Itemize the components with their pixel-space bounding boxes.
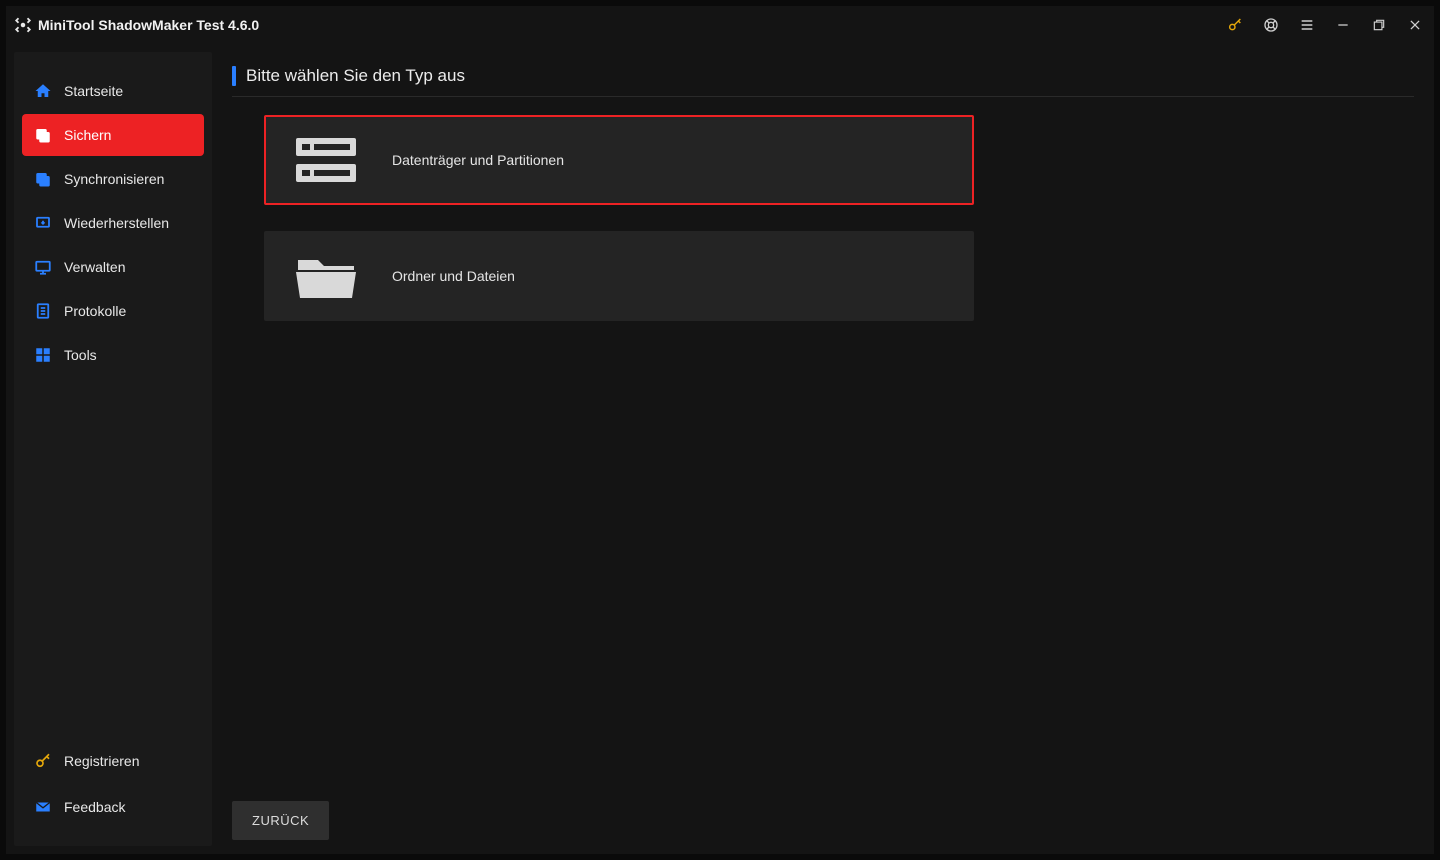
page-title: Bitte wählen Sie den Typ aus	[246, 66, 465, 86]
option-disks-partitions[interactable]: Datenträger und Partitionen	[264, 115, 974, 205]
tools-icon	[34, 346, 52, 364]
sidebar-item-label: Tools	[64, 347, 97, 363]
sidebar-item-label: Wiederherstellen	[64, 215, 169, 231]
sidebar-item-synchronisieren[interactable]: Synchronisieren	[22, 158, 204, 200]
sidebar-item-wiederherstellen[interactable]: Wiederherstellen	[22, 202, 204, 244]
sidebar-item-tools[interactable]: Tools	[22, 334, 204, 376]
main-footer: ZURÜCK	[232, 789, 1414, 840]
sidebar-item-label: Feedback	[64, 799, 125, 815]
menu-icon[interactable]	[1298, 16, 1316, 34]
app-logo: MiniTool ShadowMaker Test 4.6.0	[14, 16, 259, 34]
sidebar-item-protokolle[interactable]: Protokolle	[22, 290, 204, 332]
titlebar: MiniTool ShadowMaker Test 4.6.0	[6, 6, 1434, 44]
sidebar-bottom: Registrieren Feedback	[14, 740, 212, 836]
content: Startseite Sichern Synchronisieren	[6, 44, 1434, 854]
logs-icon	[34, 302, 52, 320]
sidebar-item-label: Protokolle	[64, 303, 126, 319]
app-logo-icon	[14, 16, 32, 34]
minimize-icon[interactable]	[1334, 16, 1352, 34]
mail-icon	[34, 798, 52, 816]
disk-icon	[290, 130, 362, 190]
sidebar-item-label: Registrieren	[64, 753, 139, 769]
manage-icon	[34, 258, 52, 276]
page-heading: Bitte wählen Sie den Typ aus	[232, 66, 1414, 97]
restore-icon	[34, 214, 52, 232]
lifebuoy-icon[interactable]	[1262, 16, 1280, 34]
close-icon[interactable]	[1406, 16, 1424, 34]
sidebar-item-label: Startseite	[64, 83, 123, 99]
backup-icon	[34, 126, 52, 144]
maximize-icon[interactable]	[1370, 16, 1388, 34]
sidebar-item-label: Synchronisieren	[64, 171, 164, 187]
main-panel: Bitte wählen Sie den Typ aus	[212, 44, 1434, 854]
key-icon	[34, 752, 52, 770]
option-folders-files[interactable]: Ordner und Dateien	[264, 231, 974, 321]
back-button[interactable]: ZURÜCK	[232, 801, 329, 840]
key-icon[interactable]	[1226, 16, 1244, 34]
heading-accent-bar	[232, 66, 236, 86]
home-icon	[34, 82, 52, 100]
sidebar-item-registrieren[interactable]: Registrieren	[22, 740, 204, 782]
sidebar-item-sichern[interactable]: Sichern	[22, 114, 204, 156]
sidebar-item-label: Verwalten	[64, 259, 125, 275]
sidebar-nav: Startseite Sichern Synchronisieren	[14, 70, 212, 378]
sidebar-item-feedback[interactable]: Feedback	[22, 786, 204, 828]
sidebar-item-startseite[interactable]: Startseite	[22, 70, 204, 112]
option-label: Ordner und Dateien	[392, 268, 515, 284]
app-title: MiniTool ShadowMaker Test 4.6.0	[38, 17, 259, 33]
folder-icon	[290, 246, 362, 306]
sync-icon	[34, 170, 52, 188]
type-options: Datenträger und Partitionen Ordner und D…	[232, 115, 1414, 321]
option-label: Datenträger und Partitionen	[392, 152, 564, 168]
sidebar-item-label: Sichern	[64, 127, 111, 143]
window-buttons	[1226, 16, 1424, 34]
app-window: MiniTool ShadowMaker Test 4.6.0	[6, 6, 1434, 854]
sidebar-item-verwalten[interactable]: Verwalten	[22, 246, 204, 288]
sidebar: Startseite Sichern Synchronisieren	[14, 52, 212, 846]
